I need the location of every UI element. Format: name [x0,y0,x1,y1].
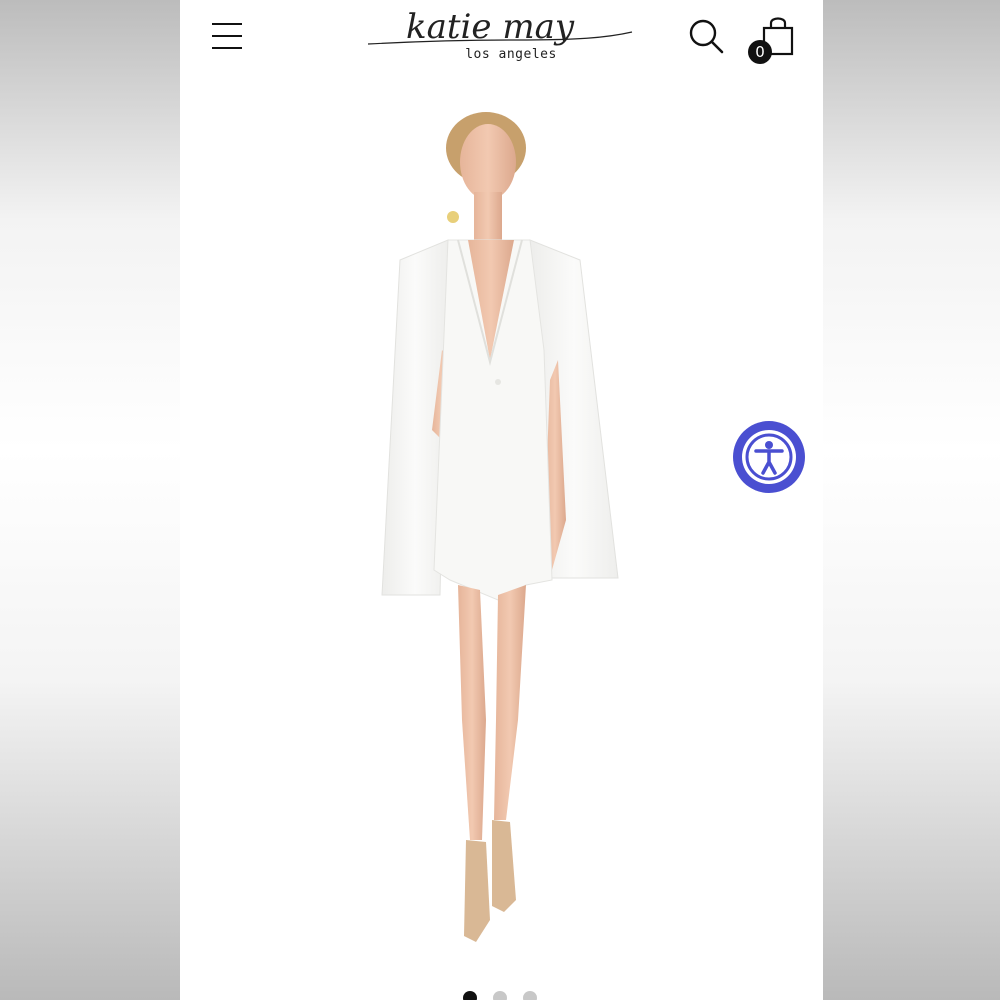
cart-button[interactable]: 0 [746,12,798,64]
accessibility-person-icon [733,421,805,493]
product-image[interactable] [330,100,670,950]
mobile-page: katie may los angeles 0 [180,0,823,1000]
carousel-dot-2[interactable] [493,991,507,1000]
carousel-dot-1[interactable] [463,991,477,1000]
brand-logo[interactable]: katie may los angeles [366,4,636,70]
brand-tagline: los angeles [465,47,557,62]
search-button[interactable] [686,16,726,56]
cart-count-badge: 0 [748,40,772,64]
carousel-dots [463,991,553,1000]
right-backdrop [823,0,1000,1000]
carousel-dot-3[interactable] [523,991,537,1000]
brand-script-wordmark: katie may [367,7,633,47]
left-backdrop [0,0,180,1000]
search-icon [689,19,724,54]
accessibility-button[interactable] [732,420,806,494]
svg-text:katie may: katie may [406,7,575,47]
menu-button[interactable] [210,20,246,52]
